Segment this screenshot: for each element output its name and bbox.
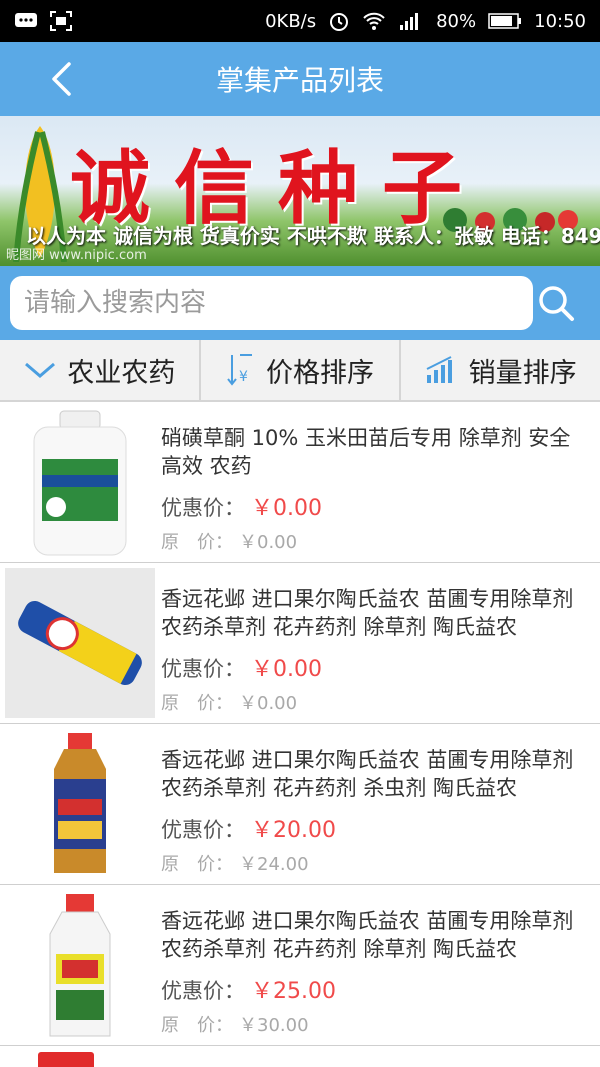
original-price: ￥0.00	[239, 693, 298, 714]
original-price: ￥30.00	[239, 1015, 309, 1036]
filter-price-sort[interactable]: ¥ 价格排序	[201, 340, 402, 400]
filter-price-sort-label: 价格排序	[266, 357, 374, 389]
discount-price-row: 优惠价： ￥25.00	[161, 973, 590, 1005]
search-input[interactable]	[10, 276, 533, 330]
wifi-icon	[362, 11, 386, 31]
network-speed: 0KB/s	[265, 10, 317, 32]
product-image	[5, 568, 155, 718]
original-price-row: 原 价： ￥30.00	[161, 1011, 590, 1037]
scan-icon	[50, 11, 72, 31]
banner[interactable]: 诚信种子 以人为本 诚信为根 货真价实 不哄不欺 联系人：张敏 电话：84925…	[0, 116, 600, 266]
next-product-image-partial	[38, 1052, 94, 1067]
original-price: ￥0.00	[239, 532, 298, 553]
original-price-label: 原 价：	[161, 854, 233, 875]
banner-watermark: 昵图网 www.nipic.com	[6, 248, 147, 263]
product-list: 硝磺草酮 10% 玉米田苗后专用 除草剂 安全高效 农药 优惠价： ￥0.00 …	[0, 402, 600, 1046]
original-price-row: 原 价： ￥0.00	[161, 528, 590, 554]
discount-price: ￥20.00	[251, 818, 336, 843]
discount-price: ￥0.00	[251, 496, 322, 521]
discount-price-row: 优惠价： ￥20.00	[161, 812, 590, 844]
product-name: 硝磺草酮 10% 玉米田苗后专用 除草剂 安全高效 农药	[161, 426, 571, 478]
search-button[interactable]	[526, 266, 586, 340]
product-item[interactable]: 香远花邺 进口果尔陶氏益农 苗圃专用除草剂 农药杀草剂 花卉药剂 除草剂 陶氏益…	[0, 563, 600, 724]
product-info: 硝磺草酮 10% 玉米田苗后专用 除草剂 安全高效 农药 优惠价： ￥0.00 …	[155, 402, 600, 562]
filter-category[interactable]: 农业农药	[0, 340, 201, 400]
page-title: 掌集产品列表	[215, 64, 384, 97]
original-price-label: 原 价：	[161, 1015, 233, 1036]
signal-icon	[398, 11, 424, 31]
product-name: 香远花邺 进口果尔陶氏益农 苗圃专用除草剂 农药杀草剂 花卉药剂 除草剂 陶氏益…	[161, 909, 574, 961]
product-info: 香远花邺 进口果尔陶氏益农 苗圃专用除草剂 农药杀草剂 花卉药剂 除草剂 陶氏益…	[155, 563, 600, 723]
battery-icon	[488, 12, 522, 30]
product-image	[5, 407, 155, 557]
product-item[interactable]: 硝磺草酮 10% 玉米田苗后专用 除草剂 安全高效 农药 优惠价： ￥0.00 …	[0, 402, 600, 563]
filter-sales-sort[interactable]: 销量排序	[401, 340, 600, 400]
original-price-row: 原 价： ￥24.00	[161, 850, 590, 876]
discount-price-label: 优惠价：	[161, 496, 245, 520]
status-bar: 0KB/s 80% 10:50	[0, 0, 600, 42]
title-bar: 掌集产品列表	[0, 42, 600, 116]
filter-category-label: 农业农药	[67, 357, 176, 389]
discount-price: ￥25.00	[251, 979, 336, 1004]
discount-price: ￥0.00	[251, 657, 322, 682]
discount-price-row: 优惠价： ￥0.00	[161, 490, 590, 522]
clock-time: 10:50	[534, 10, 586, 32]
discount-price-label: 优惠价：	[161, 657, 245, 681]
discount-price-row: 优惠价： ￥0.00	[161, 651, 590, 683]
original-price-label: 原 价：	[161, 532, 233, 553]
status-right: 0KB/s 80% 10:50	[265, 10, 586, 32]
message-icon	[14, 11, 38, 31]
back-button[interactable]	[36, 42, 86, 116]
discount-price-label: 优惠价：	[161, 979, 245, 1003]
discount-price-label: 优惠价：	[161, 818, 245, 842]
product-item[interactable]: 香远花邺 进口果尔陶氏益农 苗圃专用除草剂 农药杀草剂 花卉药剂 除草剂 陶氏益…	[0, 885, 600, 1046]
original-price: ￥24.00	[239, 854, 309, 875]
product-name: 香远花邺 进口果尔陶氏益农 苗圃专用除草剂 农药杀草剂 花卉药剂 除草剂 陶氏益…	[161, 587, 574, 639]
chevron-down-icon	[25, 362, 56, 378]
svg-text:¥: ¥	[239, 369, 248, 385]
price-sort-icon: ¥	[227, 354, 252, 386]
original-price-row: 原 价： ￥0.00	[161, 689, 590, 715]
chevron-left-icon	[52, 62, 71, 96]
filter-bar: 农业农药 ¥ 价格排序 销量排序	[0, 340, 600, 402]
product-info: 香远花邺 进口果尔陶氏益农 苗圃专用除草剂 农药杀草剂 花卉药剂 杀虫剂 陶氏益…	[155, 724, 600, 884]
battery-percent: 80%	[436, 10, 477, 32]
sales-chart-icon	[426, 356, 452, 383]
product-image	[5, 729, 155, 879]
status-left	[14, 11, 72, 31]
product-name: 香远花邺 进口果尔陶氏益农 苗圃专用除草剂 农药杀草剂 花卉药剂 杀虫剂 陶氏益…	[161, 748, 574, 800]
original-price-label: 原 价：	[161, 693, 233, 714]
product-info: 香远花邺 进口果尔陶氏益农 苗圃专用除草剂 农药杀草剂 花卉药剂 除草剂 陶氏益…	[155, 885, 600, 1045]
search-icon	[539, 286, 574, 321]
alarm-icon	[328, 10, 350, 32]
product-item[interactable]: 香远花邺 进口果尔陶氏益农 苗圃专用除草剂 农药杀草剂 花卉药剂 杀虫剂 陶氏益…	[0, 724, 600, 885]
filter-sales-sort-label: 销量排序	[468, 357, 577, 389]
product-image	[5, 890, 155, 1040]
search-bar	[0, 266, 600, 340]
